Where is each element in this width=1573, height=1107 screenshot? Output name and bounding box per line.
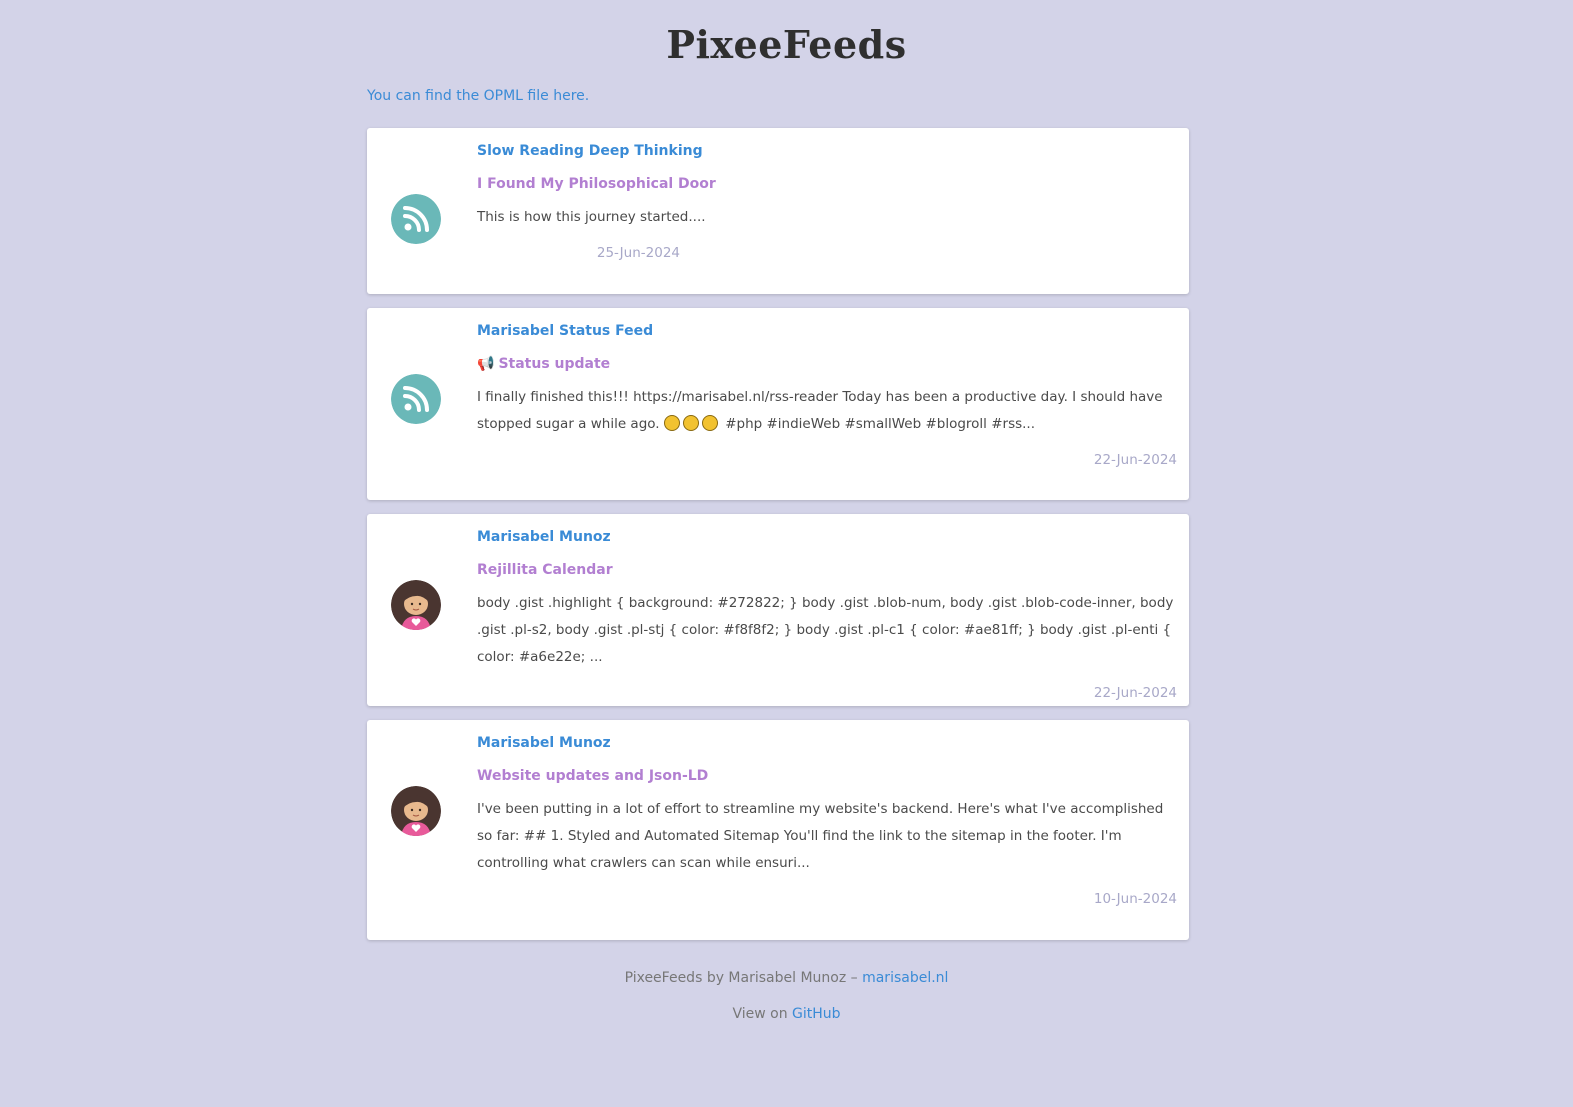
opml-note: You can find the OPML file here. (367, 88, 1189, 106)
item-title-text[interactable]: Rejillita Calendar (477, 562, 613, 578)
item-date: 22-Jun-2024 (1093, 452, 1177, 468)
feed-name[interactable]: Marisabel Status Feed (477, 321, 1177, 341)
emoji-icon (663, 415, 680, 431)
item-date: 22-Jun-2024 (1093, 685, 1177, 701)
footer-github: View on GitHub (0, 1006, 1573, 1022)
excerpt-hashtags: #php #indieWeb #smallWeb #blogroll #rss.… (725, 416, 1036, 432)
rss-icon (391, 374, 441, 424)
item-title-text[interactable]: Status update (498, 356, 610, 372)
footer-credit: PixeeFeeds by Marisabel Munoz – marisabe… (0, 970, 1573, 986)
opml-prefix: You can find the OPML file (367, 88, 554, 104)
feed-name[interactable]: Slow Reading Deep Thinking (477, 141, 1177, 161)
feed-name[interactable]: Marisabel Munoz (477, 527, 1177, 547)
main-container: You can find the OPML file here. Slow Re… (367, 88, 1189, 940)
feed-name[interactable]: Marisabel Munoz (477, 733, 1177, 753)
item-title[interactable]: 📢 Status update (477, 354, 1177, 374)
feed-card: Marisabel Munoz Rejillita Calendar body … (367, 514, 1189, 706)
rss-icon (391, 194, 441, 244)
site-title: PixeeFeeds (666, 22, 907, 67)
item-title[interactable]: Website updates and Json-LD (477, 766, 1177, 786)
item-title[interactable]: Rejillita Calendar (477, 560, 1177, 580)
item-excerpt: This is how this journey started.... (477, 209, 706, 225)
item-excerpt: I finally finished this!!! https://maris… (477, 384, 1177, 438)
feed-card: Marisabel Status Feed 📢 Status update I f… (367, 308, 1189, 500)
item-excerpt: I've been putting in a lot of effort to … (477, 801, 1164, 871)
feed-card: Slow Reading Deep Thinking I Found My Ph… (367, 128, 1189, 294)
item-date: 25-Jun-2024 (596, 245, 680, 261)
author-site-link[interactable]: marisabel.nl (862, 970, 948, 986)
item-title-text[interactable]: Website updates and Json-LD (477, 768, 708, 784)
avatar-girl-icon (391, 786, 441, 836)
footer-credit-text: PixeeFeeds by Marisabel Munoz – (624, 970, 863, 986)
footer-view-on-text: View on (732, 1006, 793, 1022)
item-title-text[interactable]: I Found My Philosophical Door (477, 176, 716, 192)
avatar-girl-icon (391, 580, 441, 630)
opml-link[interactable]: here (553, 88, 585, 104)
opml-suffix: . (584, 88, 590, 104)
emoji-icon (682, 415, 699, 431)
github-link[interactable]: GitHub (792, 1006, 841, 1022)
item-title[interactable]: I Found My Philosophical Door (477, 174, 1177, 194)
emoji-icon (701, 415, 718, 431)
footer: PixeeFeeds by Marisabel Munoz – marisabe… (0, 970, 1573, 1022)
megaphone-icon: 📢 (477, 356, 495, 372)
feed-card: Marisabel Munoz Website updates and Json… (367, 720, 1189, 940)
item-date: 10-Jun-2024 (1093, 891, 1177, 907)
item-excerpt: body .gist .highlight { background: #272… (477, 595, 1174, 665)
